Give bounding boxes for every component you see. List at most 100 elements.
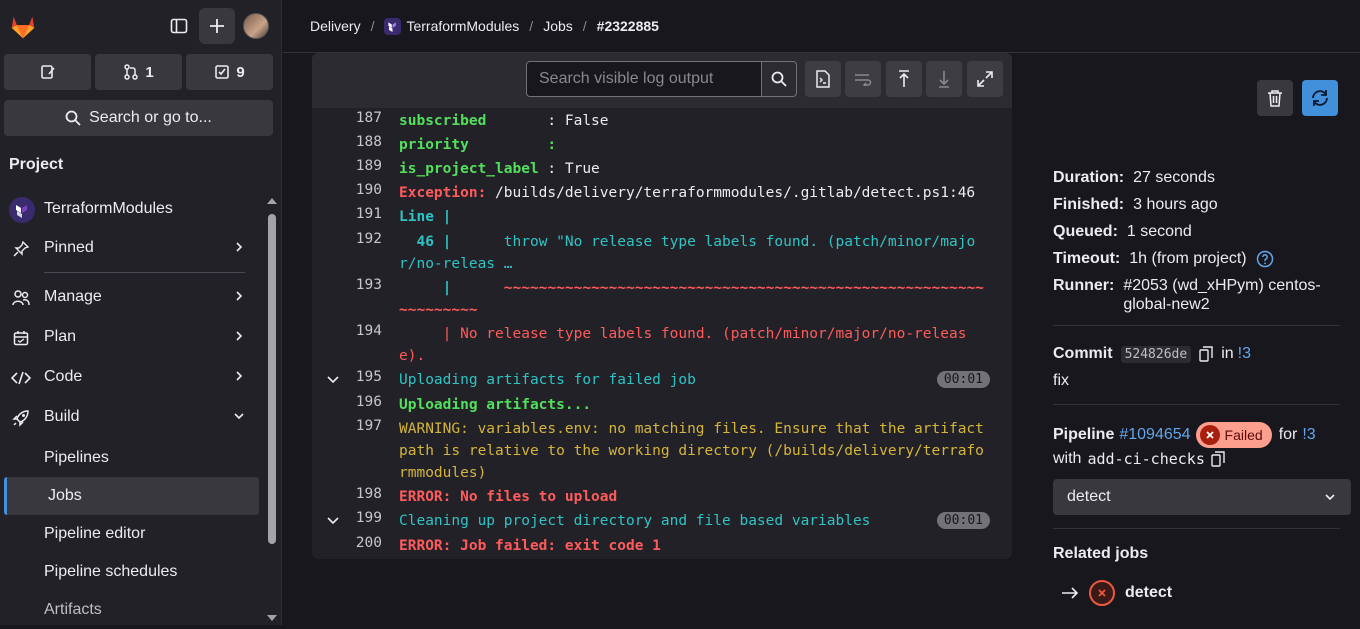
retry-icon [1312, 90, 1328, 106]
scroll-to-top-button[interactable] [886, 61, 922, 97]
stage-select[interactable]: detect [1053, 479, 1351, 515]
pipeline-branch[interactable]: add-ci-checks [1087, 450, 1204, 468]
pipeline-branch-line: with add-ci-checks [1053, 450, 1225, 468]
breadcrumb-jobs[interactable]: Jobs [543, 18, 573, 34]
breadcrumb-separator: / [582, 18, 587, 34]
commit-mr-link[interactable]: !3 [1238, 345, 1251, 363]
line-number[interactable]: 187 [342, 110, 382, 126]
log-text: Uploading artifacts... [399, 397, 592, 413]
log-text: : False [547, 113, 609, 129]
sidebar-item-plan[interactable]: Plan [0, 317, 262, 357]
sidebar-top [0, 0, 282, 52]
log-text: 46 | [399, 234, 461, 250]
sidebar-item-project[interactable]: TerraformModules [0, 193, 262, 225]
breadcrumb-group[interactable]: Delivery [310, 18, 361, 34]
scroll-to-bottom-button[interactable] [926, 61, 962, 97]
scroll-top-icon [899, 70, 909, 87]
line-number[interactable]: 198 [342, 486, 382, 502]
copy-icon[interactable] [1211, 451, 1225, 467]
timeout-row: Timeout: 1h (from project) [1053, 249, 1343, 268]
sidebar-item-label: Manage [44, 288, 102, 305]
sidebar-item-artifacts[interactable]: Artifacts [0, 591, 262, 629]
log-search-input[interactable]: Search visible log output [526, 61, 762, 97]
related-job-item[interactable]: detect [1061, 580, 1172, 606]
job-sidebar: Duration: 27 seconds Finished: 3 hours ago… [1053, 53, 1360, 625]
pipeline-mr-link[interactable]: !3 [1302, 426, 1315, 444]
gitlab-logo-icon[interactable] [8, 11, 38, 41]
line-number[interactable]: 192 [342, 231, 382, 247]
scroll-down-icon[interactable] [266, 613, 278, 623]
line-number[interactable]: 189 [342, 158, 382, 174]
show-raw-button[interactable] [805, 61, 841, 97]
search-label: Search or go to... [89, 109, 212, 126]
failed-status-icon [1089, 580, 1115, 606]
wrap-lines-button[interactable] [845, 61, 881, 97]
pipeline-link[interactable]: #1094654 [1119, 426, 1190, 444]
sidebar-item-manage[interactable]: Manage [0, 277, 262, 317]
search-or-go-to-button[interactable]: Search or go to... [4, 100, 273, 136]
todo-icon [215, 65, 230, 79]
scroll-up-icon[interactable] [266, 196, 278, 206]
create-new-button[interactable] [199, 8, 235, 44]
related-job-name: detect [1125, 584, 1173, 601]
users-icon [11, 288, 31, 308]
job-details: Duration: 27 seconds Finished: 3 hours ago… [1053, 168, 1343, 322]
sidebar-item-label: Plan [44, 328, 77, 345]
log-text: subscribed [399, 113, 548, 129]
line-number[interactable]: 199 [342, 510, 382, 526]
log-search-placeholder: Search visible log output [539, 70, 714, 87]
chevron-down-icon[interactable] [326, 514, 340, 528]
runner-value[interactable]: #2053 (wd_xHPym) centos-global-new2 [1123, 276, 1338, 314]
breadcrumb-project[interactable]: TerraformModules [406, 18, 519, 34]
pin-icon [11, 239, 31, 259]
sidebar-item-pipeline-editor[interactable]: Pipeline editor [0, 515, 262, 553]
code-icon [11, 368, 31, 388]
pipeline-status-text: Failed [1224, 427, 1263, 443]
breadcrumb-job-id[interactable]: #2322885 [597, 18, 659, 34]
pipeline-for-text: for [1278, 426, 1298, 443]
chevron-down-icon[interactable] [326, 373, 340, 387]
log-search-button[interactable] [761, 61, 797, 97]
sidebar-scrollbar[interactable] [266, 196, 278, 626]
line-number[interactable]: 194 [342, 323, 382, 339]
help-icon[interactable] [1256, 250, 1274, 268]
todos-count-button[interactable]: 9 [186, 54, 273, 90]
sidebar-item-code[interactable]: Code [0, 357, 262, 397]
merge-requests-count-button[interactable]: 1 [95, 54, 182, 90]
line-number[interactable]: 197 [342, 418, 382, 434]
line-number[interactable]: 188 [342, 134, 382, 150]
sidebar-item-jobs[interactable]: Jobs [4, 477, 259, 515]
sidebar-item-pipeline-schedules[interactable]: Pipeline schedules [0, 553, 262, 591]
fullscreen-button[interactable] [967, 61, 1003, 97]
divider [1053, 528, 1340, 529]
chevron-right-icon [236, 331, 243, 341]
pipeline-status-badge[interactable]: Failed [1195, 422, 1272, 448]
log-text: ERROR: Job failed: exit code 1 [399, 538, 661, 554]
commit-sha[interactable]: 524826de [1120, 345, 1192, 363]
issues-count-button[interactable] [4, 54, 91, 90]
trash-icon [1268, 90, 1282, 107]
related-jobs-heading: Related jobs [1053, 545, 1149, 562]
sidebar-item-pipelines[interactable]: Pipelines [0, 439, 262, 477]
line-number[interactable]: 200 [342, 535, 382, 551]
pipeline-line: Pipeline #1094654 Failed for !3 [1053, 422, 1316, 448]
line-number[interactable]: 193 [342, 277, 382, 293]
project-avatar-icon [9, 197, 35, 223]
divider [1053, 404, 1340, 405]
log-toolbar: Search visible log output [312, 53, 1012, 108]
sidebar-toggle-button[interactable] [161, 8, 197, 44]
copy-icon[interactable] [1199, 346, 1213, 362]
sidebar-scrollbar-thumb[interactable] [268, 214, 276, 544]
line-number[interactable]: 191 [342, 206, 382, 222]
retry-job-button[interactable] [1302, 80, 1338, 116]
erase-job-button[interactable] [1257, 80, 1293, 116]
sidebar-item-pinned[interactable]: Pinned [0, 228, 262, 268]
line-number[interactable]: 190 [342, 182, 382, 198]
queued-value: 1 second [1126, 223, 1192, 240]
user-avatar[interactable] [243, 13, 269, 39]
sidebar-item-build[interactable]: Build [0, 397, 262, 437]
log-text: priority [399, 137, 548, 153]
line-number[interactable]: 196 [342, 394, 382, 410]
line-number[interactable]: 195 [342, 369, 382, 385]
commit-line: Commit 524826de in !3 [1053, 345, 1251, 363]
